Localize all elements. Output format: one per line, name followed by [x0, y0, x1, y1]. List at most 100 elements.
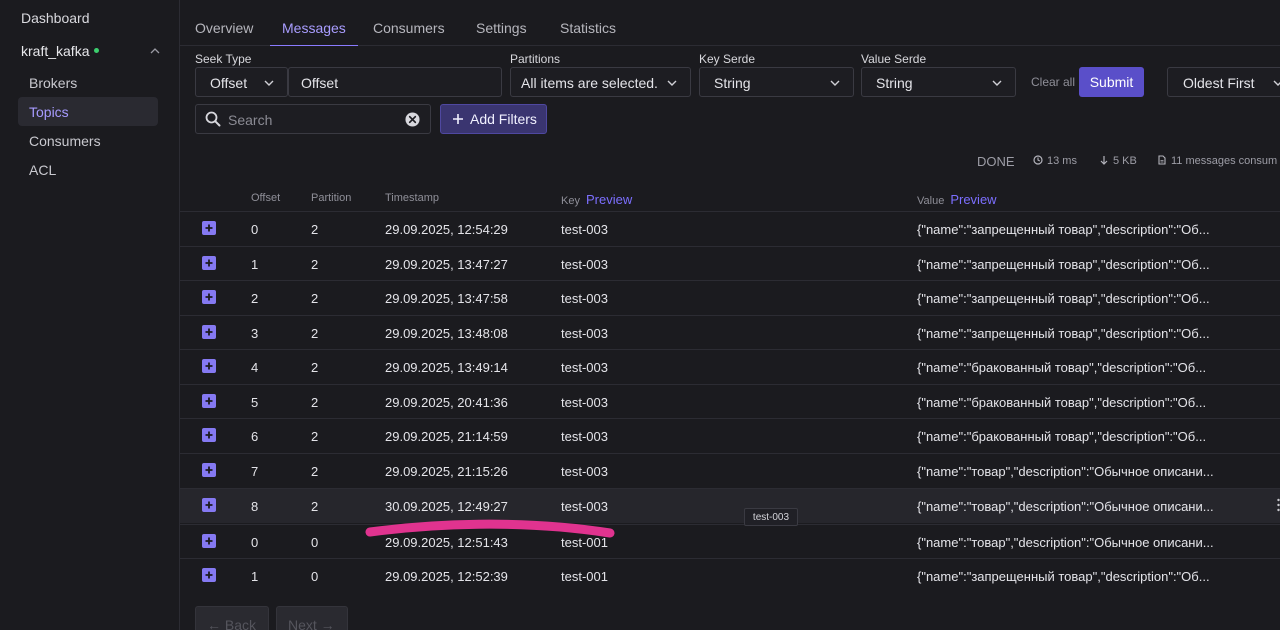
- tab-settings[interactable]: Settings: [476, 0, 527, 46]
- partition-cell: 0: [311, 569, 319, 584]
- submit-button[interactable]: Submit: [1079, 67, 1144, 97]
- tab-consumers[interactable]: Consumers: [373, 0, 445, 46]
- key-cell[interactable]: test-003: [561, 257, 608, 272]
- sidebar-dashboard-link[interactable]: Dashboard: [21, 10, 90, 26]
- tab-statistics[interactable]: Statistics: [560, 0, 616, 46]
- table-row[interactable]: 7 2 29.09.2025, 21:15:26 test-003 {"name":"т…: [180, 453, 1280, 488]
- table-row[interactable]: 0 2 29.09.2025, 12:54:29 test-003 {"name":"з…: [180, 211, 1280, 246]
- app-root: Dashboard kraft_kafka Brokers Topics Con…: [0, 0, 1280, 630]
- table-row[interactable]: 3 2 29.09.2025, 13:48:08 test-003 {"name":"з…: [180, 315, 1280, 350]
- expand-row-icon[interactable]: [202, 359, 216, 373]
- next-button[interactable]: Next →: [276, 606, 348, 630]
- clear-search-icon[interactable]: [405, 112, 420, 127]
- key-cell[interactable]: test-003: [561, 326, 608, 341]
- expand-row-icon[interactable]: [202, 568, 216, 582]
- offset-cell: 3: [251, 326, 259, 341]
- partition-cell: 2: [311, 257, 319, 272]
- value-cell[interactable]: {"name":"товар","description":"Обычное о…: [917, 535, 1214, 550]
- bytes-consumed-value: 5 KB: [1113, 155, 1137, 167]
- value-serde-label: Value Serde: [861, 52, 927, 66]
- key-cell[interactable]: test-003: [561, 360, 608, 375]
- table-row[interactable]: 0 0 29.09.2025, 12:51:43 test-001 {"name":"т…: [180, 524, 1280, 559]
- timestamp-cell: 29.09.2025, 13:47:27: [385, 257, 508, 272]
- sort-order-value: Oldest First: [1183, 75, 1255, 91]
- key-cell[interactable]: test-001: [561, 535, 608, 550]
- timestamp-cell: 30.09.2025, 12:49:27: [385, 499, 508, 514]
- value-cell[interactable]: {"name":"запрещенный товар","description…: [917, 222, 1210, 237]
- chevron-down-icon: [1273, 80, 1280, 86]
- key-cell[interactable]: test-003: [561, 464, 608, 479]
- messages-consumed: 11 messages consum: [1157, 155, 1277, 167]
- value-cell[interactable]: {"name":"бракованный товар","description…: [917, 395, 1206, 410]
- partitions-select[interactable]: All items are selected.: [510, 67, 691, 97]
- sort-order-select[interactable]: Oldest First: [1167, 67, 1280, 97]
- table-row[interactable]: 5 2 29.09.2025, 20:41:36 test-003 {"name":"б…: [180, 384, 1280, 419]
- value-cell[interactable]: {"name":"товар","description":"Обычное о…: [917, 499, 1214, 514]
- seek-offset-input[interactable]: Offset: [288, 67, 502, 97]
- value-cell[interactable]: {"name":"запрещенный товар","description…: [917, 326, 1210, 341]
- key-serde-select[interactable]: String: [699, 67, 854, 97]
- value-cell[interactable]: {"name":"запрещенный товар","description…: [917, 291, 1210, 306]
- value-cell[interactable]: {"name":"товар","description":"Обычное о…: [917, 464, 1214, 479]
- sidebar-cluster-toggle[interactable]: kraft_kafka: [21, 43, 161, 61]
- table-row[interactable]: 2 2 29.09.2025, 13:47:58 test-003 {"name":"з…: [180, 280, 1280, 315]
- key-preview-link[interactable]: Preview: [586, 192, 632, 207]
- key-cell[interactable]: test-003: [561, 395, 608, 410]
- table-row[interactable]: 1 0 29.09.2025, 12:52:39 test-001 {"name":"з…: [180, 558, 1280, 593]
- arrow-down-icon: [1100, 156, 1108, 165]
- chevron-down-icon: [264, 80, 274, 86]
- sidebar-item-consumers[interactable]: Consumers: [18, 126, 158, 155]
- key-cell[interactable]: test-003: [561, 499, 608, 514]
- offset-cell: 8: [251, 499, 259, 514]
- tab-overview[interactable]: Overview: [195, 0, 253, 46]
- table-row[interactable]: 6 2 29.09.2025, 21:14:59 test-003 {"name":"б…: [180, 418, 1280, 453]
- plus-icon: [453, 114, 463, 124]
- partition-cell: 2: [311, 360, 319, 375]
- key-cell[interactable]: test-001: [561, 569, 608, 584]
- expand-row-icon[interactable]: [202, 394, 216, 408]
- value-preview-link[interactable]: Preview: [950, 192, 996, 207]
- sidebar-item-acl[interactable]: ACL: [18, 155, 158, 184]
- sidebar-item-brokers[interactable]: Brokers: [18, 68, 158, 97]
- offset-cell: 4: [251, 360, 259, 375]
- seek-type-label: Seek Type: [195, 52, 252, 66]
- add-filters-button[interactable]: Add Filters: [440, 104, 547, 134]
- table-row[interactable]: 1 2 29.09.2025, 13:47:27 test-003 {"name":"з…: [180, 246, 1280, 281]
- value-serde-select[interactable]: String: [861, 67, 1016, 97]
- expand-row-icon[interactable]: [202, 325, 216, 339]
- expand-row-icon[interactable]: [202, 498, 216, 512]
- partition-cell: 2: [311, 429, 319, 444]
- bytes-consumed: 5 KB: [1099, 155, 1137, 167]
- seek-type-select[interactable]: Offset: [195, 67, 288, 97]
- key-tooltip: test-003: [744, 508, 798, 526]
- expand-row-icon[interactable]: [202, 463, 216, 477]
- sidebar-item-topics[interactable]: Topics: [18, 97, 158, 126]
- timestamp-cell: 29.09.2025, 21:14:59: [385, 429, 508, 444]
- offset-cell: 0: [251, 222, 259, 237]
- expand-row-icon[interactable]: [202, 290, 216, 304]
- back-button[interactable]: ← Back: [195, 606, 269, 630]
- clock-icon: [1033, 155, 1043, 165]
- clear-all-button[interactable]: Clear all: [1031, 75, 1075, 89]
- key-serde-value: String: [714, 75, 751, 91]
- search-input[interactable]: [228, 110, 388, 130]
- expand-row-icon[interactable]: [202, 534, 216, 548]
- expand-row-icon[interactable]: [202, 428, 216, 442]
- key-cell[interactable]: test-003: [561, 429, 608, 444]
- value-serde-value: String: [876, 75, 913, 91]
- table-row[interactable]: 8 2 30.09.2025, 12:49:27 test-003 {"name":"т…: [180, 488, 1280, 523]
- partition-cell: 2: [311, 395, 319, 410]
- table-row[interactable]: 4 2 29.09.2025, 13:49:14 test-003 {"name":"б…: [180, 349, 1280, 384]
- chevron-up-icon: [150, 48, 160, 54]
- expand-row-icon[interactable]: [202, 256, 216, 270]
- key-cell[interactable]: test-003: [561, 291, 608, 306]
- value-cell[interactable]: {"name":"бракованный товар","description…: [917, 429, 1206, 444]
- value-cell[interactable]: {"name":"бракованный товар","description…: [917, 360, 1206, 375]
- expand-row-icon[interactable]: [202, 221, 216, 235]
- value-cell[interactable]: {"name":"запрещенный товар","description…: [917, 257, 1210, 272]
- fetch-status: DONE: [977, 154, 1015, 169]
- tab-messages[interactable]: Messages: [270, 0, 358, 46]
- key-cell[interactable]: test-003: [561, 222, 608, 237]
- column-header-partition: Partition: [311, 192, 352, 204]
- value-cell[interactable]: {"name":"запрещенный товар","description…: [917, 569, 1210, 584]
